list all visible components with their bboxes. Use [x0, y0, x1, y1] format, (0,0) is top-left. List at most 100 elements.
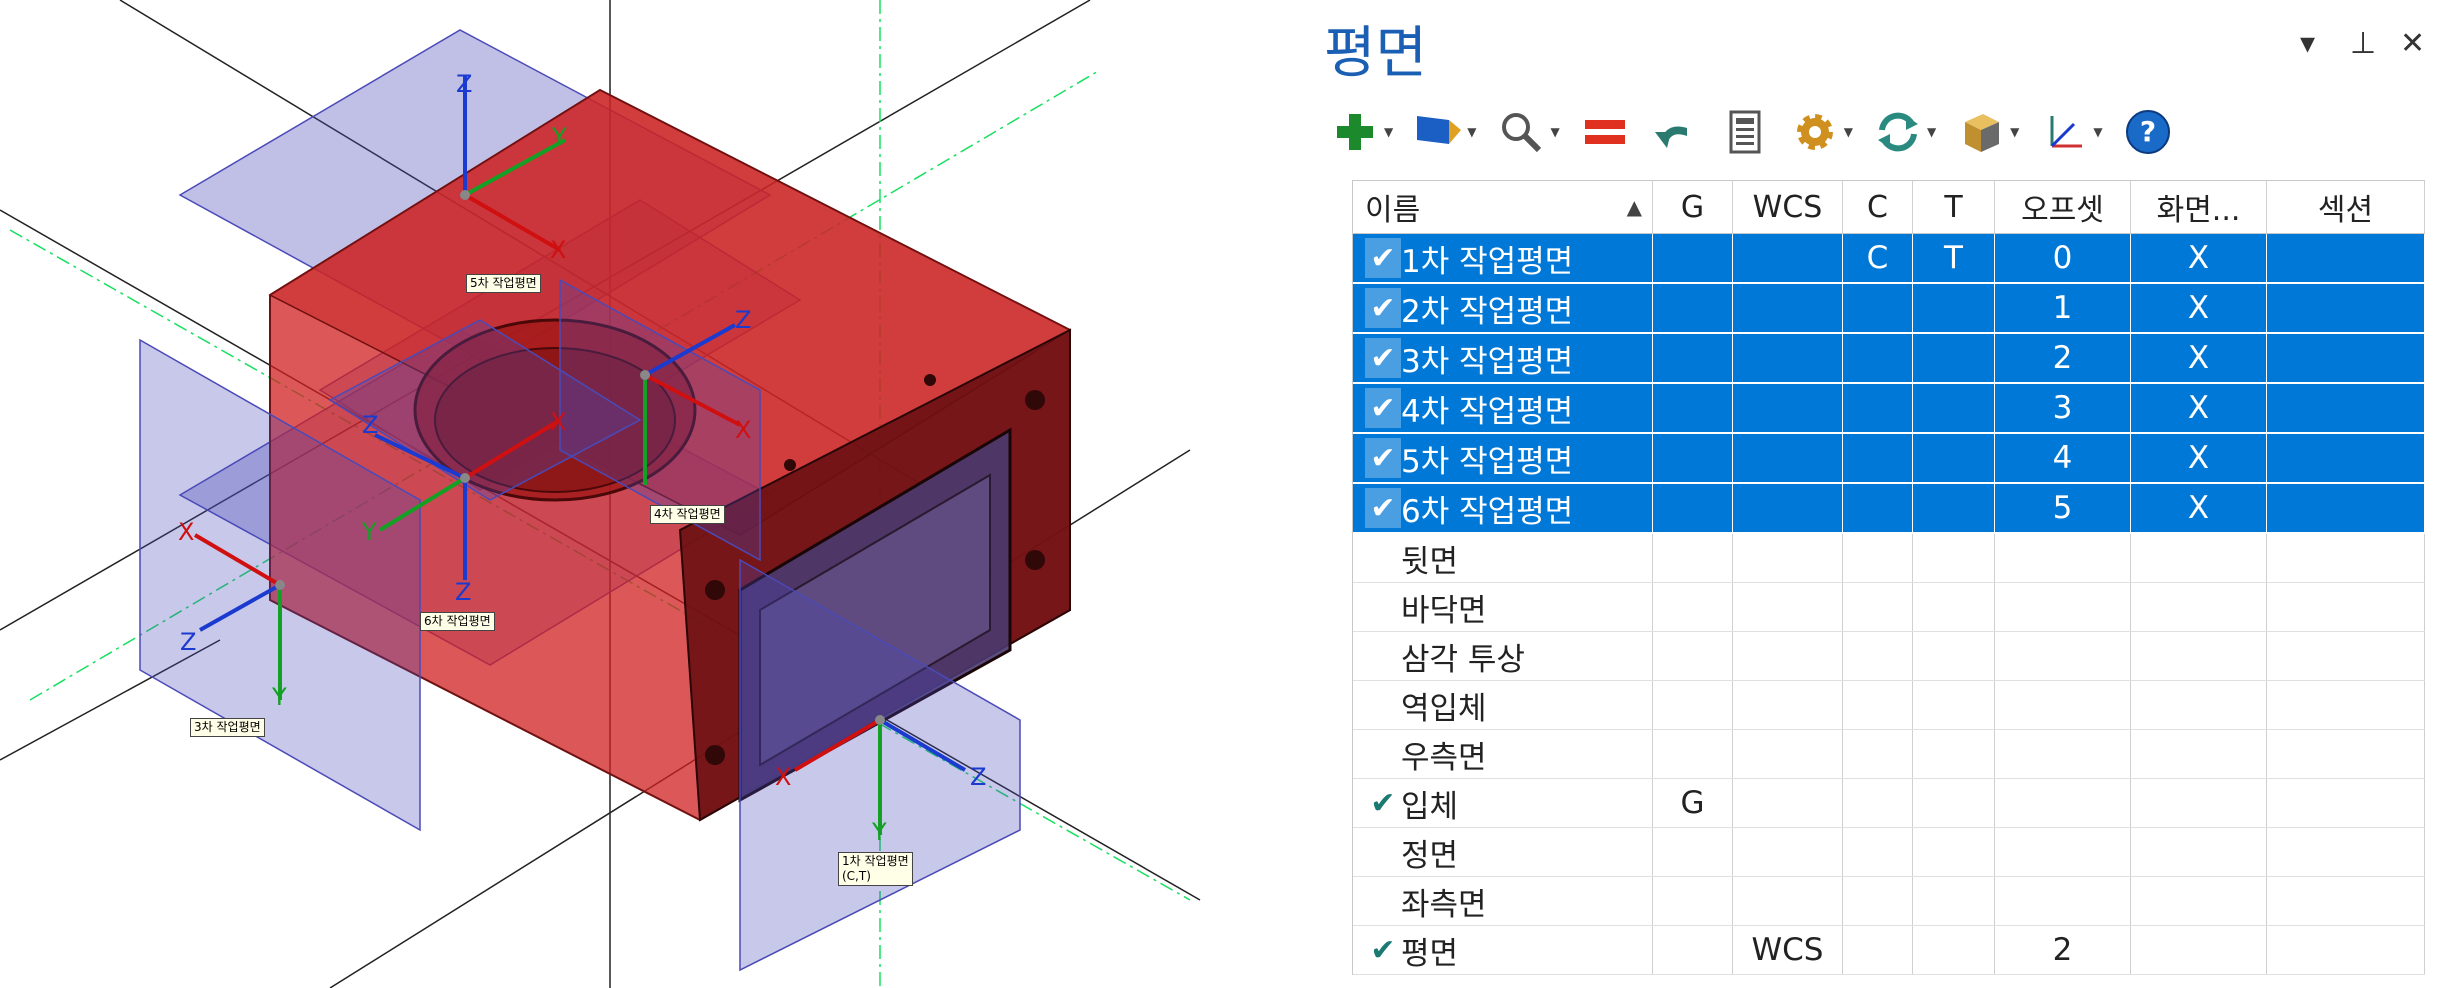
column-header-offset[interactable]: 오프셋 [1995, 181, 2131, 233]
t-cell[interactable] [1913, 484, 1995, 532]
check-icon[interactable]: ✔ [1365, 338, 1401, 378]
undo-button[interactable] [1650, 107, 1700, 157]
wcs-cell[interactable] [1733, 877, 1843, 925]
offset-cell[interactable]: 2 [1995, 926, 2131, 974]
name-cell[interactable]: 정면 [1353, 828, 1653, 876]
check-icon[interactable]: ✔ [1365, 438, 1401, 478]
section-cell[interactable] [2267, 334, 2425, 382]
plane-tag-4[interactable]: 4차 작업평면 [650, 505, 725, 524]
g-cell[interactable] [1653, 681, 1733, 729]
offset-cell[interactable] [1995, 828, 2131, 876]
calculator-button[interactable] [1720, 107, 1770, 157]
chevron-down-icon[interactable]: ▼ [1384, 125, 1393, 139]
section-cell[interactable] [2267, 234, 2425, 282]
name-cell[interactable]: ✔ 1차 작업평면 [1353, 234, 1653, 282]
model-scene[interactable]: Z Y X Z X X Z Y Z X Z Y X Z Y [0, 0, 1300, 988]
chevron-down-icon[interactable]: ▼ [1927, 125, 1936, 139]
g-cell[interactable] [1653, 434, 1733, 482]
display-cell[interactable] [2131, 583, 2267, 631]
offset-cell[interactable]: 5 [1995, 484, 2131, 532]
wcs-cell[interactable] [1733, 234, 1843, 282]
section-cell[interactable] [2267, 384, 2425, 432]
wcs-cell[interactable] [1733, 434, 1843, 482]
name-cell[interactable]: ✔ 3차 작업평면 [1353, 334, 1653, 382]
wcs-cell[interactable] [1733, 384, 1843, 432]
offset-cell[interactable]: 3 [1995, 384, 2131, 432]
t-cell[interactable] [1913, 779, 1995, 827]
offset-cell[interactable]: 4 [1995, 434, 2131, 482]
name-cell[interactable]: ✔ 4차 작업평면 [1353, 384, 1653, 432]
plane-row[interactable]: ✔ 1차 작업평면 C T 0 X [1353, 234, 2425, 284]
c-cell[interactable] [1843, 583, 1913, 631]
t-cell[interactable] [1913, 730, 1995, 778]
name-cell[interactable]: 역입체 [1353, 681, 1653, 729]
plane-row[interactable]: ✔ 입체 G [1353, 779, 2425, 828]
c-cell[interactable] [1843, 681, 1913, 729]
t-cell[interactable] [1913, 334, 1995, 382]
settings-button[interactable]: ▼ [1790, 107, 1853, 157]
column-header-display[interactable]: 화면... [2131, 181, 2267, 233]
offset-cell[interactable] [1995, 583, 2131, 631]
offset-cell[interactable] [1995, 779, 2131, 827]
c-cell[interactable]: C [1843, 234, 1913, 282]
wcs-cell[interactable] [1733, 779, 1843, 827]
plane-row[interactable]: ✔ 3차 작업평면 2 X [1353, 334, 2425, 384]
equal-button[interactable] [1580, 107, 1630, 157]
t-cell[interactable] [1913, 828, 1995, 876]
plane-row[interactable]: ✔ 5차 작업평면 4 X [1353, 434, 2425, 484]
chevron-down-icon[interactable]: ▼ [1467, 125, 1476, 139]
g-cell[interactable] [1653, 234, 1733, 282]
column-header-t[interactable]: T [1913, 181, 1995, 233]
name-cell[interactable]: 뒷면 [1353, 534, 1653, 582]
section-cell[interactable] [2267, 484, 2425, 532]
offset-cell[interactable]: 1 [1995, 284, 2131, 332]
display-cell[interactable] [2131, 534, 2267, 582]
c-cell[interactable] [1843, 434, 1913, 482]
plane-row[interactable]: ✔ 2차 작업평면 1 X [1353, 284, 2425, 334]
column-header-name[interactable]: 이름 ▲ [1353, 181, 1653, 233]
column-header-wcs[interactable]: WCS [1733, 181, 1843, 233]
wcs-cell[interactable] [1733, 681, 1843, 729]
name-cell[interactable]: ✔ 평면 [1353, 926, 1653, 974]
name-cell[interactable]: ✔ 2차 작업평면 [1353, 284, 1653, 332]
name-cell[interactable]: ✔ 6차 작업평면 [1353, 484, 1653, 532]
plane-row[interactable]: 바닥면 [1353, 583, 2425, 632]
help-button[interactable]: ? [2123, 107, 2173, 157]
wcs-cell[interactable] [1733, 583, 1843, 631]
chevron-down-icon[interactable]: ▼ [2010, 125, 2019, 139]
name-cell[interactable]: 삼각 투상 [1353, 632, 1653, 680]
display-cell[interactable] [2131, 681, 2267, 729]
g-cell[interactable] [1653, 828, 1733, 876]
display-cell[interactable]: X [2131, 434, 2267, 482]
check-icon[interactable]: ✔ [1365, 488, 1401, 528]
plane-row[interactable]: 정면 [1353, 828, 2425, 877]
axes-button[interactable]: ▼ [2039, 107, 2103, 157]
display-cell[interactable] [2131, 730, 2267, 778]
check-icon[interactable]: ✔ [1365, 288, 1401, 328]
offset-cell[interactable]: 2 [1995, 334, 2131, 382]
c-cell[interactable] [1843, 877, 1913, 925]
c-cell[interactable] [1843, 284, 1913, 332]
check-icon[interactable]: ✔ [1365, 238, 1401, 278]
chevron-down-icon[interactable]: ▼ [2093, 125, 2102, 139]
flag-button[interactable]: ▼ [1413, 107, 1476, 157]
c-cell[interactable] [1843, 828, 1913, 876]
c-cell[interactable] [1843, 334, 1913, 382]
refresh-button[interactable]: ▼ [1873, 107, 1936, 157]
add-plane-button[interactable]: ▼ [1330, 107, 1393, 157]
wcs-cell[interactable] [1733, 334, 1843, 382]
pin-icon[interactable]: ⊥ [2350, 26, 2376, 61]
wcs-cell[interactable] [1733, 828, 1843, 876]
plane-tag-5[interactable]: 5차 작업평면 [466, 274, 541, 293]
display-cell[interactable]: X [2131, 284, 2267, 332]
display-cell[interactable] [2131, 828, 2267, 876]
t-cell[interactable] [1913, 583, 1995, 631]
g-cell[interactable] [1653, 926, 1733, 974]
close-icon[interactable]: ✕ [2400, 26, 2425, 61]
plane-row[interactable]: ✔ 6차 작업평면 5 X [1353, 484, 2425, 534]
wcs-cell[interactable] [1733, 284, 1843, 332]
t-cell[interactable] [1913, 877, 1995, 925]
find-button[interactable]: ▼ [1496, 107, 1560, 157]
column-header-g[interactable]: G [1653, 181, 1733, 233]
display-cell[interactable]: X [2131, 484, 2267, 532]
